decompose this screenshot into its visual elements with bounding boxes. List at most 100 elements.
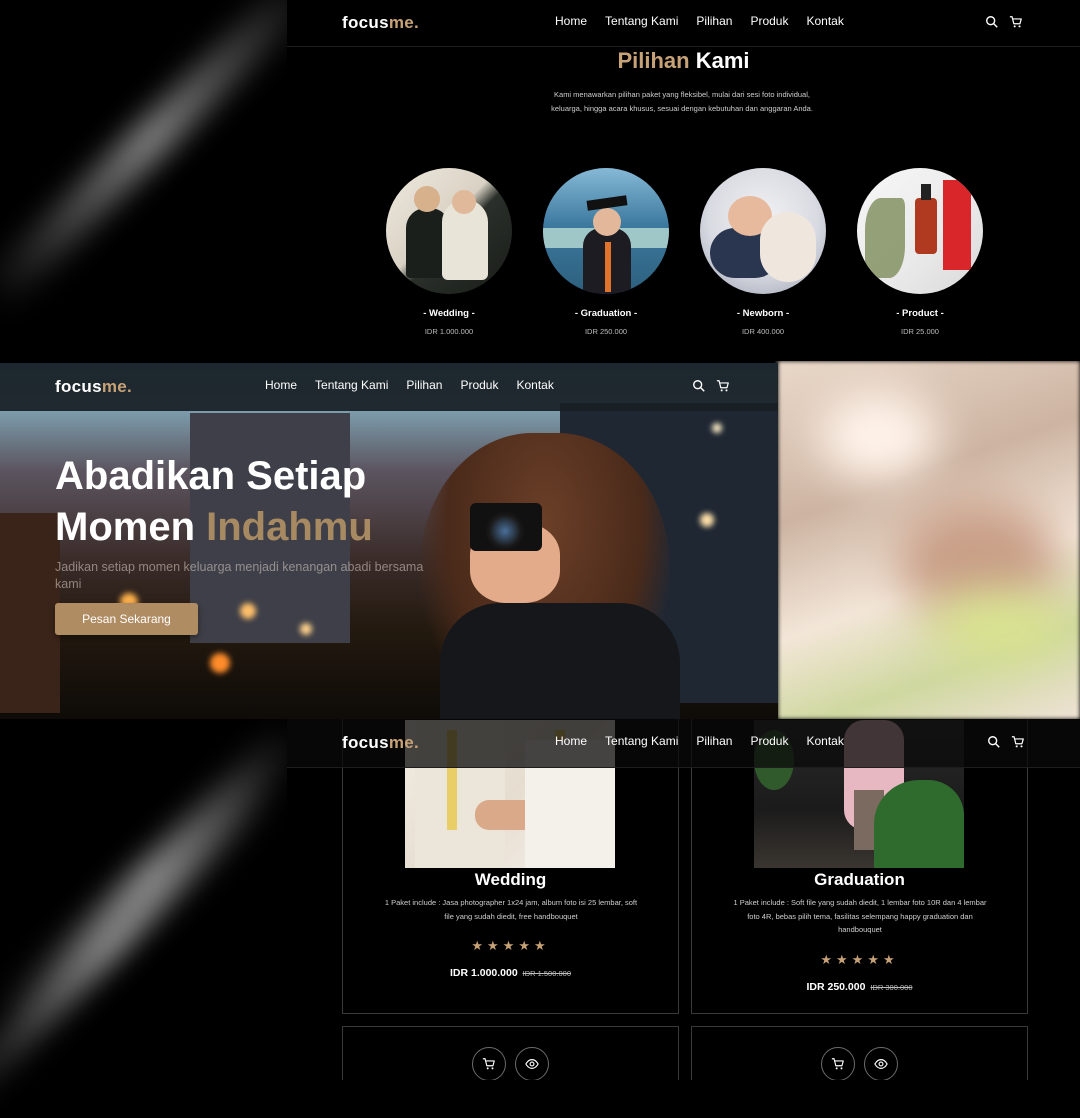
nav-tentang-kami[interactable]: Tentang Kami <box>315 378 388 392</box>
logo-text: focus <box>342 733 389 752</box>
cart-icon <box>482 1058 495 1070</box>
product-price-block: IDR 1.000.000 IDR 1.500.000 <box>343 967 678 979</box>
nav-links: Home Tentang Kami Pilihan Produk Kontak <box>555 734 862 748</box>
nav-pilihan[interactable]: Pilihan <box>406 378 442 392</box>
section-title-rest: Kami <box>695 48 750 73</box>
cart-icon[interactable] <box>1009 15 1023 29</box>
background-building <box>0 513 60 713</box>
cart-icon[interactable] <box>1011 735 1025 749</box>
logo-accent-text: me. <box>101 377 133 396</box>
hero-title-line2: Momen <box>55 505 195 549</box>
nav-icons <box>987 735 1025 749</box>
nav-produk[interactable]: Produk <box>750 734 788 748</box>
hero-panel: focusme. Home Tentang Kami Pilihan Produ… <box>0 363 778 719</box>
nav-produk[interactable]: Produk <box>460 378 498 392</box>
wedding-photo <box>386 168 512 294</box>
nav-kontak[interactable]: Kontak <box>806 734 843 748</box>
decorative-light-stripe <box>0 0 327 317</box>
star-rating: ★★★★★ <box>820 952 899 967</box>
nav-icons <box>692 379 730 393</box>
view-detail-button[interactable] <box>515 1047 549 1080</box>
search-icon[interactable] <box>987 735 1001 749</box>
product-title: Graduation <box>814 870 905 889</box>
nav-pilihan[interactable]: Pilihan <box>696 734 732 748</box>
category-price: IDR 250.000 <box>584 327 628 336</box>
category-name: - Graduation - <box>574 308 638 319</box>
bokeh-light <box>712 423 722 433</box>
products-panel: focusme. Home Tentang Kami Pilihan Produ… <box>287 719 1080 1080</box>
hero-title-line1: Abadikan Setiap <box>55 454 367 498</box>
category-product[interactable]: - Product - IDR 25.000 <box>857 168 983 336</box>
product-actions-wedding <box>342 1026 679 1080</box>
product-price-block: IDR 250.000 IDR 300.000 <box>692 981 1027 993</box>
hero-subtitle: Jadikan setiap momen keluarga menjadi ke… <box>55 560 424 591</box>
hero-title: Abadikan Setiap Momen Indahmu <box>55 451 373 553</box>
navbar: focusme. Home Tentang Kami Pilihan Produ… <box>287 719 1080 768</box>
eye-icon <box>525 1059 539 1069</box>
navbar: focusme. Home Tentang Kami Pilihan Produ… <box>0 363 778 411</box>
order-now-button[interactable]: Pesan Sekarang <box>55 603 198 635</box>
nav-kontak[interactable]: Kontak <box>516 378 553 392</box>
bokeh-light <box>210 653 230 673</box>
category-price: IDR 25.000 <box>901 327 939 336</box>
nav-links: Home Tentang Kami Pilihan Produk Kontak <box>555 14 862 28</box>
brand-logo[interactable]: focusme. <box>342 13 419 33</box>
product-old-price: IDR 300.000 <box>870 983 913 992</box>
bokeh-light <box>240 603 256 619</box>
category-price: IDR 400.000 <box>741 327 785 336</box>
nav-icons <box>985 15 1023 29</box>
navbar: focusme. Home Tentang Kami Pilihan Produ… <box>287 0 1080 47</box>
nav-links: Home Tentang Kami Pilihan Produk Kontak <box>265 378 572 392</box>
add-to-cart-button[interactable] <box>821 1047 855 1080</box>
search-icon[interactable] <box>692 379 706 393</box>
nav-home[interactable]: Home <box>265 378 297 392</box>
bokeh-light <box>700 513 714 527</box>
nav-tentang-kami[interactable]: Tentang Kami <box>605 734 678 748</box>
category-name: - Wedding - <box>423 308 475 319</box>
eye-icon <box>874 1059 888 1069</box>
add-to-cart-button[interactable] <box>472 1047 506 1080</box>
category-graduation[interactable]: - Graduation - IDR 250.000 <box>543 168 669 336</box>
logo-text: focus <box>55 377 102 396</box>
newborn-photo <box>700 168 826 294</box>
product-price: IDR 1.000.000 <box>449 967 518 979</box>
category-name: - Newborn - <box>736 308 790 319</box>
logo-accent-text: me. <box>388 13 420 32</box>
brand-logo[interactable]: focusme. <box>342 733 419 753</box>
section-title-accent: Pilihan <box>617 48 690 73</box>
nav-kontak[interactable]: Kontak <box>806 14 843 28</box>
nav-produk[interactable]: Produk <box>750 14 788 28</box>
view-detail-button[interactable] <box>864 1047 898 1080</box>
nav-home[interactable]: Home <box>555 734 587 748</box>
decorative-light-stripe <box>0 771 284 1118</box>
section-title: Pilihan Kami <box>287 48 1080 74</box>
graduation-photo <box>543 168 669 294</box>
category-newborn[interactable]: - Newborn - IDR 400.000 <box>700 168 826 336</box>
blurred-background-photo <box>778 361 1080 719</box>
category-name: - Product - <box>896 308 944 319</box>
product-price: IDR 250.000 <box>806 981 866 993</box>
photographer-figure <box>400 433 700 719</box>
logo-accent-text: me. <box>388 733 420 752</box>
logo-text: focus <box>342 13 389 32</box>
section-description: Kami menawarkan pilihan paket yang fleks… <box>551 90 813 113</box>
brand-logo[interactable]: focusme. <box>55 377 132 397</box>
product-title: Wedding <box>474 870 547 889</box>
product-description: 1 Paket include : Jasa photographer 1x24… <box>384 898 638 921</box>
star-rating: ★★★★★ <box>471 938 550 953</box>
bokeh-light <box>300 623 312 635</box>
product-actions-graduation <box>691 1026 1028 1080</box>
choices-panel: focusme. Home Tentang Kami Pilihan Produ… <box>287 0 1080 361</box>
product-description: 1 Paket include : Soft file yang sudah d… <box>733 898 987 934</box>
search-icon[interactable] <box>985 15 999 29</box>
hero-title-accent: Indahmu <box>206 505 373 549</box>
product-old-price: IDR 1.500.000 <box>522 969 571 978</box>
cart-icon[interactable] <box>716 379 730 393</box>
product-photo <box>857 168 983 294</box>
category-price: IDR 1.000.000 <box>424 327 474 336</box>
nav-tentang-kami[interactable]: Tentang Kami <box>605 14 678 28</box>
category-wedding[interactable]: - Wedding - IDR 1.000.000 <box>386 168 512 336</box>
cart-icon <box>831 1058 844 1070</box>
nav-home[interactable]: Home <box>555 14 587 28</box>
nav-pilihan[interactable]: Pilihan <box>696 14 732 28</box>
